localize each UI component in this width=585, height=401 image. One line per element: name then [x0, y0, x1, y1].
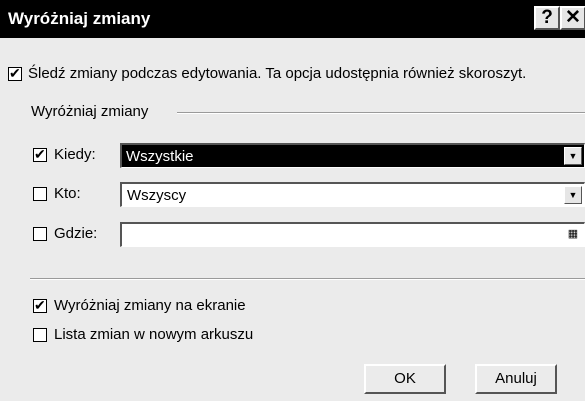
when-checkbox[interactable] [33, 146, 47, 162]
on-screen-checkbox[interactable] [33, 297, 47, 313]
help-button[interactable]: ? [534, 6, 560, 30]
who-combobox[interactable]: Wszyscy ▼ [120, 182, 585, 207]
when-combobox[interactable]: Wszystkie ▼ [120, 143, 585, 168]
new-sheet-checkbox[interactable] [33, 328, 47, 342]
track-changes-label: Śledź zmiany podczas edytowania. Ta opcj… [28, 65, 527, 82]
close-button[interactable]: ✕ [560, 6, 585, 30]
highlight-changes-dialog: Wyróżniaj zmiany ? ✕ Śledź zmiany podcza… [0, 0, 585, 401]
chevron-down-icon[interactable]: ▼ [564, 186, 582, 204]
chevron-down-icon[interactable]: ▼ [564, 147, 582, 165]
highlight-group-label: Wyróżniaj zmiany [31, 103, 153, 120]
cancel-button[interactable]: Anuluj [475, 364, 557, 394]
where-label: Gdzie: [54, 225, 98, 242]
who-value: Wszyscy [127, 187, 187, 204]
on-screen-label: Wyróżniaj zmiany na ekranie [54, 297, 246, 314]
range-select-icon[interactable]: ▦ [564, 226, 582, 244]
track-changes-checkbox[interactable] [8, 65, 22, 81]
who-checkbox[interactable] [33, 187, 47, 201]
title-bar[interactable]: Wyróżniaj zmiany ? ✕ [0, 0, 585, 38]
group-divider [177, 112, 585, 114]
when-value: Wszystkie [124, 148, 562, 165]
who-label: Kto: [54, 185, 81, 202]
when-label: Kiedy: [54, 146, 96, 163]
where-checkbox[interactable] [33, 227, 47, 241]
separator [30, 278, 585, 280]
dialog-title: Wyróżniaj zmiany [8, 9, 151, 28]
where-range-input[interactable]: ▦ [120, 222, 585, 247]
new-sheet-label: Lista zmian w nowym arkuszu [54, 326, 254, 343]
ok-button[interactable]: OK [364, 364, 446, 394]
